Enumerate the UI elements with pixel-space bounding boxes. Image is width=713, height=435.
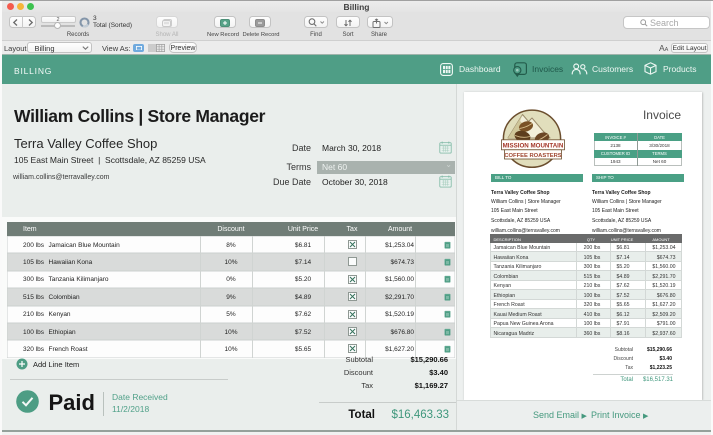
svg-text:MISSION MOUNTAIN: MISSION MOUNTAIN (503, 142, 564, 149)
svg-text:COFFEE ROASTERS: COFFEE ROASTERS (504, 153, 561, 159)
